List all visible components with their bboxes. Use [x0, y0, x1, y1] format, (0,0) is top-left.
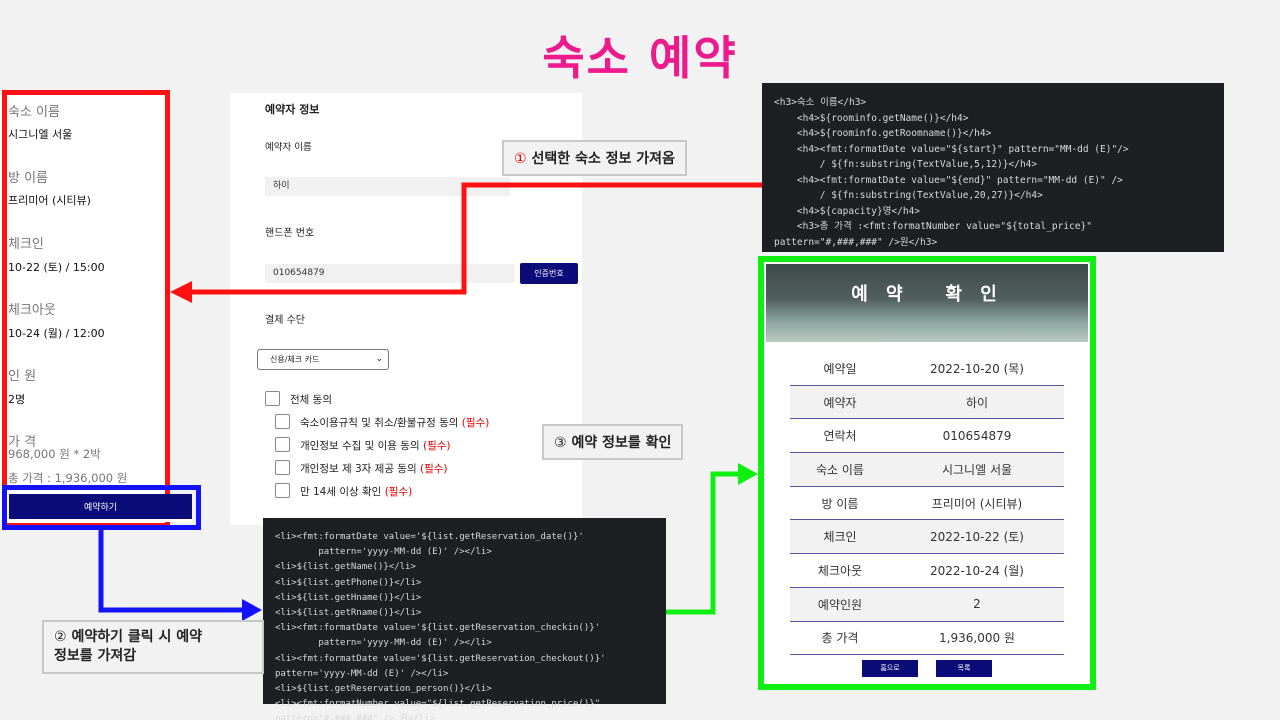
confirm-row: 예약일 2022-10-20 (목) [790, 352, 1064, 386]
confirm-row: 체크아웃 2022-10-24 (월) [790, 554, 1064, 588]
confirm-row-value: 010654879 [942, 428, 1012, 443]
confirm-row-value: 하이 [965, 395, 989, 410]
confirm-title: 예 약 확 인 [851, 284, 1003, 305]
confirm-row-key: 숙소 이름 [816, 462, 864, 477]
confirm-row: 체크인 2022-10-22 (토) [790, 520, 1064, 555]
callout-3: ③ 예약 정보를 확인 [542, 424, 684, 460]
callout-2: ② 예약하기 클릭 시 예약 정보를 가져감 [42, 620, 264, 674]
red-arrow [190, 182, 762, 295]
blue-arrow [98, 530, 244, 613]
confirm-row-value: 2022-10-22 (토) [930, 530, 1024, 545]
confirm-row-key: 연락처 [823, 429, 857, 444]
confirm-row: 연락처 010654879 [790, 419, 1064, 454]
confirm-row-key: 체크아웃 [817, 563, 863, 578]
confirm-row-value: 2 [973, 597, 981, 612]
confirm-row-value: 시그니엘 서울 [941, 462, 1013, 477]
confirm-row-key: 체크인 [823, 530, 857, 545]
red-arrowhead [170, 281, 192, 303]
confirm-row: 숙소 이름 시그니엘 서울 [790, 453, 1064, 487]
confirm-header: 예 약 확 인 [766, 264, 1088, 342]
confirm-table: 예약일 2022-10-20 (목) 예약자 하이연락처 010654879 숙소 이름 시… [790, 352, 1064, 656]
callout-1: ① 선택한 숙소 정보 가져옴 [502, 140, 687, 176]
confirm-row-key: 총 가격 [821, 631, 859, 646]
list-button[interactable]: 목록 [936, 660, 992, 677]
home-button[interactable]: 홈으로 [862, 660, 918, 677]
blue-arrowhead [242, 599, 262, 621]
confirm-row: 총 가격 1,936,000 원 [790, 622, 1064, 656]
confirm-row-key: 방 이름 [821, 496, 859, 511]
confirm-row-value: 2022-10-20 (목) [930, 361, 1024, 376]
reservation-confirm-panel: 예 약 확 인 예약일 2022-10-20 (목) 예약자 하이연락처 0106548… [758, 256, 1096, 690]
green-arrow [666, 471, 740, 615]
confirm-row: 예약인원 2 [790, 587, 1064, 622]
confirm-row-key: 예약일 [823, 361, 857, 376]
confirm-row: 방 이름 프리미어 (시티뷰) [790, 487, 1064, 521]
confirm-row-key: 예약자 [823, 395, 857, 410]
green-arrowhead [738, 463, 758, 485]
confirm-row-value: 1,936,000 원 [939, 631, 1015, 646]
confirm-row: 예약자 하이 [790, 385, 1064, 420]
confirm-row-key: 예약인원 [817, 597, 863, 612]
confirm-row-value: 2022-10-24 (월) [930, 563, 1024, 578]
confirm-row-value: 프리미어 (시티뷰) [931, 496, 1023, 511]
